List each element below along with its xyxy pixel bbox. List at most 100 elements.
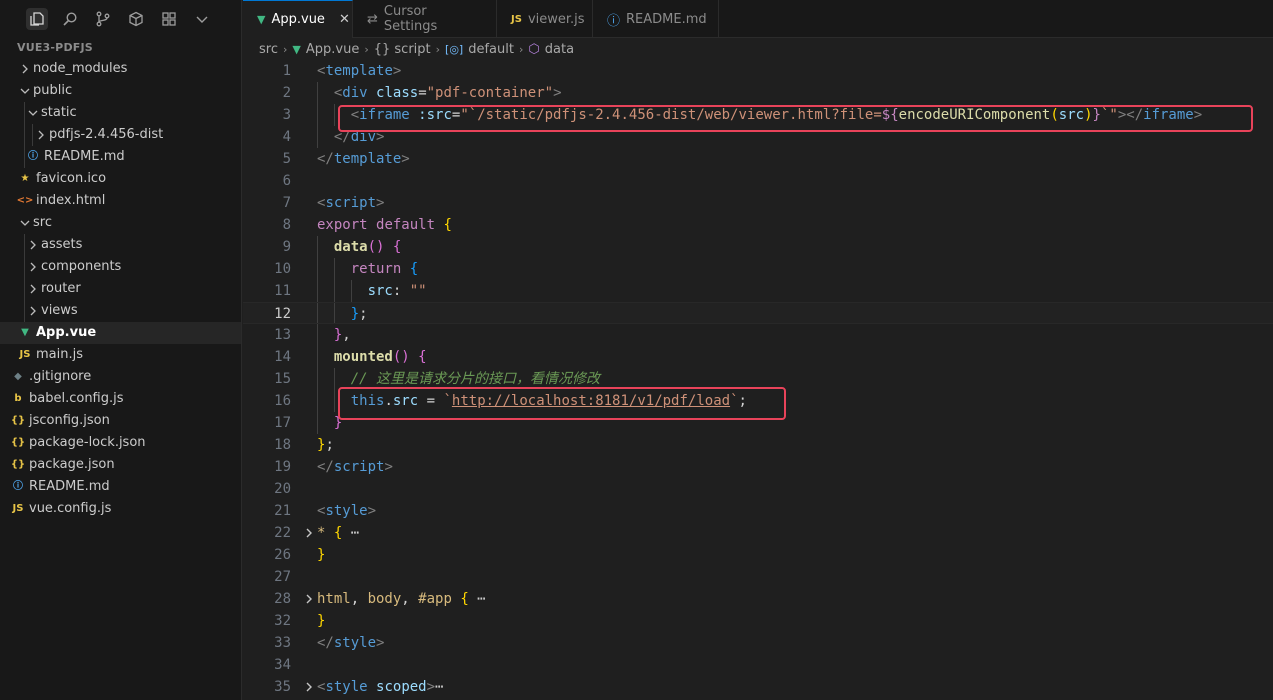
explorer-root-title[interactable]: VUE3-PDFJS xyxy=(0,38,241,58)
code-line[interactable]: 32} xyxy=(243,610,1273,632)
tree-file[interactable]: <> index.html xyxy=(0,190,241,212)
fold-chevron-icon[interactable] xyxy=(301,676,317,698)
code-line[interactable]: 8 export default { xyxy=(243,214,1273,236)
tree-file[interactable]: JS vue.config.js xyxy=(0,498,241,520)
line-number: 12 xyxy=(274,306,291,322)
extensions-grid-button[interactable] xyxy=(158,8,180,30)
line-number: 5 xyxy=(282,151,291,167)
code-text: html, body, #app { ⋯ xyxy=(317,588,486,610)
code-line[interactable]: 7 <script> xyxy=(243,192,1273,214)
indent-guide xyxy=(24,124,25,146)
search-view-button[interactable] xyxy=(59,8,81,30)
code-line[interactable]: 9 data() { xyxy=(243,236,1273,258)
code-line[interactable]: 2 <div class="pdf-container"> xyxy=(243,82,1273,104)
breadcrumb-item[interactable]: src xyxy=(259,42,278,57)
fold-chevron-icon[interactable] xyxy=(301,522,317,544)
code-token: </ xyxy=(317,151,334,167)
code-editor[interactable]: 1 <template> 2 <div class="pdf-container"> 3… xyxy=(243,60,1273,700)
tree-folder[interactable]: assets xyxy=(0,234,241,256)
source-control-button[interactable] xyxy=(92,8,114,30)
code-line[interactable]: 3 <iframe :src="`/static/pdfjs-2.4.456-di… xyxy=(243,104,1273,126)
tree-folder[interactable]: static xyxy=(0,102,241,124)
code-line[interactable]: 28 html, body, #app { ⋯ xyxy=(243,588,1273,610)
tree-folder[interactable]: pdfjs-2.4.456-dist xyxy=(0,124,241,146)
more-views-button[interactable] xyxy=(191,8,213,30)
indent-guide xyxy=(333,104,335,126)
close-icon[interactable]: ✕ xyxy=(339,12,350,27)
chevron-right-icon[interactable] xyxy=(25,306,41,316)
code-line[interactable]: 35 <style scoped>⋯ xyxy=(243,676,1273,698)
code-line[interactable]: 33 </style> xyxy=(243,632,1273,654)
code-line[interactable]: 5 </template> xyxy=(243,148,1273,170)
tree-file[interactable]: {} jsconfig.json xyxy=(0,410,241,432)
line-number: 28 xyxy=(274,591,291,607)
indent-guide xyxy=(317,303,318,323)
fold-chevron-icon[interactable] xyxy=(301,588,317,610)
tree-folder[interactable]: components xyxy=(0,256,241,278)
code-token: > xyxy=(376,635,385,651)
tree-folder[interactable]: views xyxy=(0,300,241,322)
breadcrumb-item[interactable]: App.vue xyxy=(306,42,359,57)
code-token[interactable]: http://localhost:8181/v1/pdf/load xyxy=(452,393,730,409)
code-line[interactable]: 1 <template> xyxy=(243,60,1273,82)
tree-file[interactable]: ⓘ README.md xyxy=(0,146,241,168)
tab-viewer-js[interactable]: JS viewer.js xyxy=(497,0,593,38)
tree-file[interactable]: {} package.json xyxy=(0,454,241,476)
chevron-down-icon[interactable] xyxy=(17,218,33,228)
chevron-down-icon[interactable] xyxy=(17,86,33,96)
code-line[interactable]: 26} xyxy=(243,544,1273,566)
tree-file[interactable]: ⓘ README.md xyxy=(0,476,241,498)
code-line[interactable]: 20 xyxy=(243,478,1273,500)
code-line[interactable]: 21 <style> xyxy=(243,500,1273,522)
tree-folder[interactable]: node_modules xyxy=(0,58,241,80)
tree-file[interactable]: ▼ App.vue xyxy=(0,322,241,344)
tree-file[interactable]: ★ favicon.ico xyxy=(0,168,241,190)
code-token: ( xyxy=(1050,107,1059,123)
code-line[interactable]: 22 * { ⋯ xyxy=(243,522,1273,544)
chevron-right-icon[interactable] xyxy=(25,284,41,294)
code-line[interactable]: 16 this.src = `http://localhost:8181/v1/p… xyxy=(243,390,1273,412)
tab-app-vue[interactable]: ▼ App.vue ✕ xyxy=(243,0,353,38)
breadcrumb-item[interactable]: data xyxy=(545,42,574,57)
code-line[interactable]: 12}; xyxy=(243,302,1273,324)
chevron-right-icon[interactable] xyxy=(17,64,33,74)
tab-readme-md[interactable]: ⓘ README.md xyxy=(593,0,719,38)
code-line[interactable]: 34 xyxy=(243,654,1273,676)
tree-folder[interactable]: src xyxy=(0,212,241,234)
extensions-view-button[interactable] xyxy=(125,8,147,30)
tree-file[interactable]: ◆ .gitignore xyxy=(0,366,241,388)
explorer-view-button[interactable] xyxy=(26,8,48,30)
tab-cursor-settings[interactable]: ⇄ Cursor Settings xyxy=(353,0,497,38)
code-token: } xyxy=(317,613,326,629)
code-line[interactable]: 4 </div> xyxy=(243,126,1273,148)
line-number: 13 xyxy=(274,327,291,343)
code-line[interactable]: 19 </script> xyxy=(243,456,1273,478)
breadcrumb-item[interactable]: {} script xyxy=(374,42,431,57)
chevron-right-icon[interactable] xyxy=(33,130,49,140)
indent-guide xyxy=(317,324,318,346)
tree-folder[interactable]: router xyxy=(0,278,241,300)
code-line[interactable]: 6 xyxy=(243,170,1273,192)
tree-file[interactable]: b babel.config.js xyxy=(0,388,241,410)
code-line[interactable]: 27 xyxy=(243,566,1273,588)
tree-file[interactable]: JS main.js xyxy=(0,344,241,366)
code-line[interactable]: 14 mounted() { xyxy=(243,346,1273,368)
tree-item-label: assets xyxy=(41,237,83,252)
code-line[interactable]: 15 // 这里是请求分片的接口，看情况修改 xyxy=(243,368,1273,390)
chevron-right-icon[interactable] xyxy=(25,262,41,272)
chevron-right-icon[interactable] xyxy=(25,240,41,250)
code-line[interactable]: 18}; xyxy=(243,434,1273,456)
chevron-down-icon[interactable] xyxy=(25,108,41,118)
code-line[interactable]: 13}, xyxy=(243,324,1273,346)
breadcrumb-item[interactable]: default xyxy=(468,42,514,57)
tree-file[interactable]: {} package-lock.json xyxy=(0,432,241,454)
gutter-spacer xyxy=(301,324,317,346)
gutter-spacer xyxy=(301,544,317,566)
tree-folder[interactable]: public xyxy=(0,80,241,102)
code-line[interactable]: 11 src: "" xyxy=(243,280,1273,302)
code-line[interactable]: 10 return { xyxy=(243,258,1273,280)
code-text: }, xyxy=(317,324,351,346)
code-line[interactable]: 17} xyxy=(243,412,1273,434)
vue-file-icon: ▼ xyxy=(292,42,301,56)
